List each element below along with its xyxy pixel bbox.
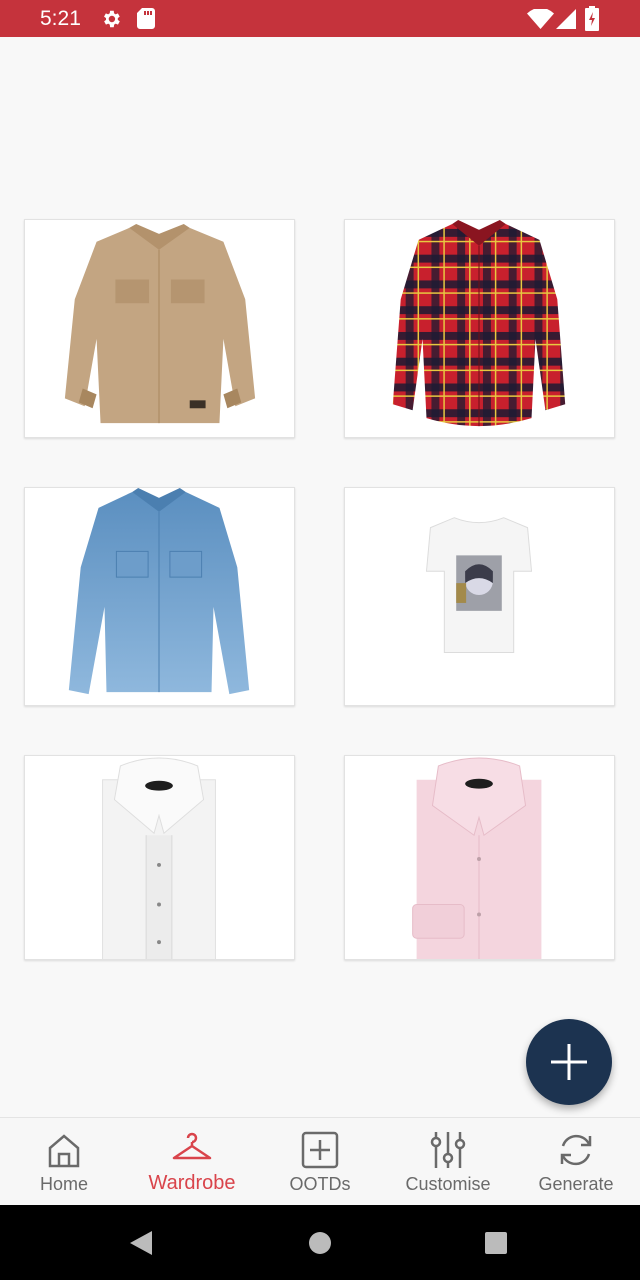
refresh-icon (560, 1134, 592, 1166)
status-time: 5:21 (40, 7, 81, 30)
nav-label-home: Home (39, 1174, 88, 1194)
hanger-icon (172, 1132, 212, 1160)
wardrobe-item-white-dress-shirt[interactable] (24, 755, 295, 960)
red-plaid-shirt-image (392, 220, 566, 427)
nav-label-wardrobe: Wardrobe (148, 1172, 236, 1194)
signal-icon (556, 9, 576, 29)
add-item-fab[interactable] (526, 1019, 612, 1105)
nav-label-ootds: OOTDs (289, 1174, 351, 1194)
nav-item-wardrobe[interactable]: Wardrobe (128, 1118, 256, 1206)
wardrobe-item-graphic-tshirt[interactable] (344, 487, 615, 706)
back-icon[interactable] (128, 1229, 154, 1257)
pink-dress-shirt-image (412, 757, 542, 959)
add-box-icon (301, 1131, 339, 1169)
graphic-tshirt-image (425, 517, 533, 653)
nav-item-customise[interactable]: Customise (384, 1118, 512, 1206)
wardrobe-item-pink-dress-shirt[interactable] (344, 755, 615, 960)
nav-label-generate: Generate (538, 1174, 614, 1194)
nav-label-customise: Customise (405, 1174, 491, 1194)
tan-suede-shirt-image (64, 223, 256, 424)
bottom-navigation: Home Wardrobe OOTDs Customise Generate (0, 1117, 640, 1205)
sd-card-icon (137, 8, 155, 29)
white-dress-shirt-image (102, 757, 216, 959)
plus-icon (551, 1044, 587, 1080)
wardrobe-item-red-plaid-shirt[interactable] (344, 219, 615, 438)
status-bar: 5:21 (0, 0, 640, 37)
battery-icon (585, 6, 599, 31)
recents-icon[interactable] (484, 1231, 508, 1255)
wardrobe-item-denim-shirt[interactable] (24, 487, 295, 706)
wardrobe-screen: 5:21 Home Wardrobe OOTDs Customise Gener… (0, 0, 640, 1280)
sliders-icon (430, 1132, 466, 1168)
settings-icon (104, 10, 120, 28)
nav-item-home[interactable]: Home (0, 1118, 128, 1206)
nav-item-generate[interactable]: Generate (512, 1118, 640, 1206)
wifi-icon (527, 9, 554, 29)
home-icon (48, 1134, 80, 1168)
denim-shirt-image (68, 488, 250, 695)
wardrobe-item-tan-suede-shirt[interactable] (24, 219, 295, 438)
home-circle-icon[interactable] (308, 1231, 332, 1255)
system-navigation-bar (0, 1205, 640, 1280)
nav-item-ootds[interactable]: OOTDs (256, 1118, 384, 1206)
